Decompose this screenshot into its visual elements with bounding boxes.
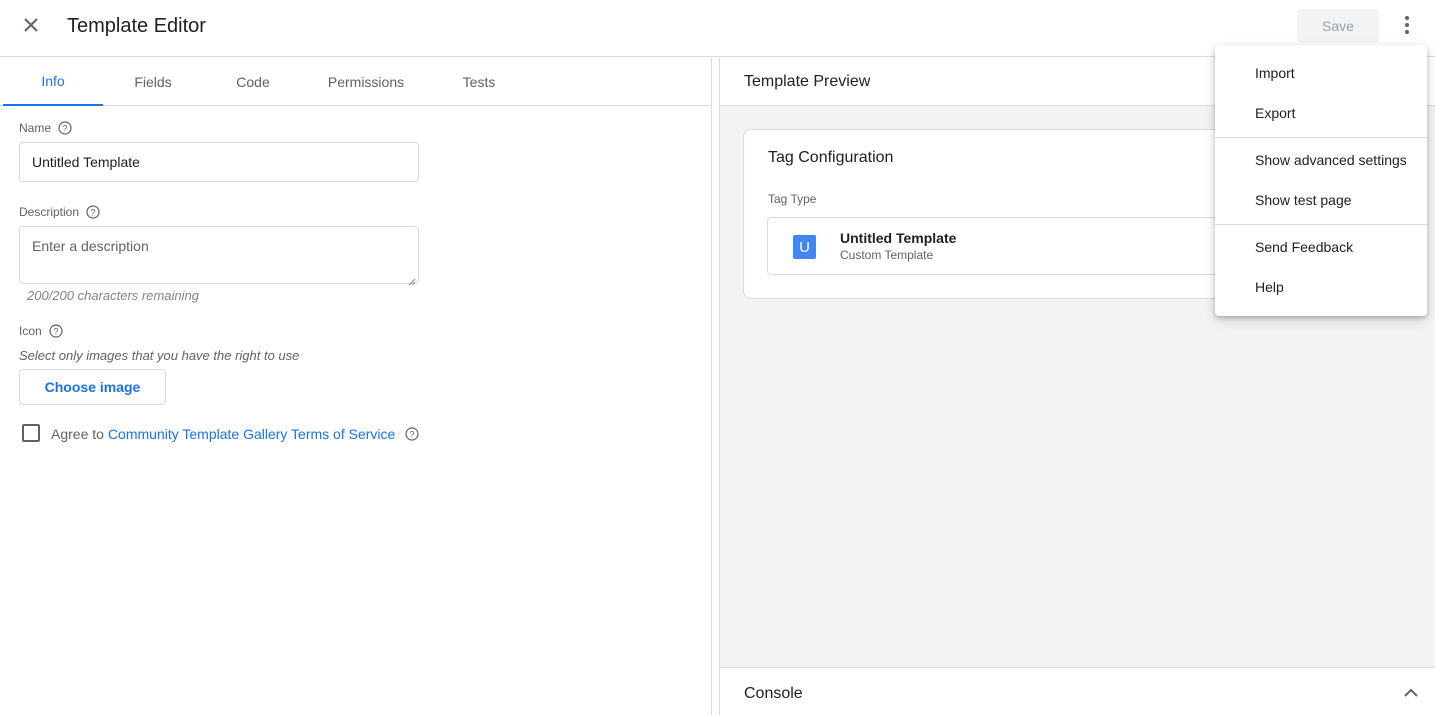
menu-item-show-advanced-settings[interactable]: Show advanced settings: [1215, 140, 1427, 180]
svg-text:?: ?: [63, 124, 68, 134]
close-button[interactable]: [16, 12, 46, 42]
name-label-row: Name ?: [19, 120, 73, 136]
preview-title: Template Preview: [744, 73, 871, 90]
menu-item-help[interactable]: Help: [1215, 267, 1427, 307]
tab-info[interactable]: Info: [3, 58, 103, 106]
help-icon[interactable]: ?: [404, 426, 420, 442]
menu-divider: [1215, 224, 1427, 225]
terms-link[interactable]: Community Template Gallery Terms of Serv…: [108, 426, 395, 442]
agree-text: Agree to: [51, 426, 104, 442]
resize-grip-icon[interactable]: [408, 273, 416, 286]
icon-label-row: Icon ?: [19, 323, 64, 339]
icon-hint: Select only images that you have the rig…: [19, 348, 300, 363]
svg-text:?: ?: [91, 208, 96, 218]
tag-configuration-title: Tag Configuration: [768, 149, 894, 166]
menu-item-show-test-page[interactable]: Show test page: [1215, 180, 1427, 220]
more-options-button[interactable]: [1394, 12, 1420, 42]
name-input[interactable]: Untitled Template: [19, 142, 419, 182]
description-textarea[interactable]: Enter a description: [19, 226, 419, 286]
name-label: Name: [19, 121, 52, 135]
console-toggle-button[interactable]: [1400, 682, 1422, 704]
help-icon[interactable]: ?: [48, 323, 64, 339]
tab-tests[interactable]: Tests: [429, 58, 529, 106]
editor-panel: Info Fields Code Permissions Tests Name …: [0, 58, 712, 715]
save-button[interactable]: Save: [1297, 9, 1379, 43]
menu-item-import[interactable]: Import: [1215, 53, 1427, 93]
chevron-up-icon: [1404, 684, 1418, 702]
overflow-menu: Import Export Show advanced settings Sho…: [1215, 45, 1427, 316]
close-icon: [23, 17, 39, 38]
menu-divider: [1215, 137, 1427, 138]
tab-code[interactable]: Code: [203, 58, 303, 106]
icon-label: Icon: [19, 324, 42, 338]
svg-text:?: ?: [53, 327, 58, 337]
agree-row: Agree to Community Template Gallery Term…: [51, 426, 420, 442]
description-label: Description: [19, 205, 80, 219]
menu-item-export[interactable]: Export: [1215, 93, 1427, 133]
tab-fields[interactable]: Fields: [103, 58, 203, 106]
choose-image-button[interactable]: Choose image: [19, 369, 166, 405]
more-vert-icon: [1405, 15, 1409, 39]
svg-text:?: ?: [410, 430, 415, 440]
char-remaining: 200/200 characters remaining: [27, 288, 199, 303]
menu-item-send-feedback[interactable]: Send Feedback: [1215, 227, 1427, 267]
page-title: Template Editor: [67, 15, 206, 37]
template-badge-icon: U: [793, 235, 816, 259]
tab-bar: Info Fields Code Permissions Tests: [0, 58, 711, 106]
description-placeholder: Enter a description: [32, 238, 149, 254]
console-title: Console: [744, 685, 803, 702]
help-icon[interactable]: ?: [57, 120, 73, 136]
description-label-row: Description ?: [19, 204, 101, 220]
tab-permissions[interactable]: Permissions: [303, 58, 429, 106]
help-icon[interactable]: ?: [85, 204, 101, 220]
tag-type-label: Tag Type: [768, 192, 817, 206]
tag-subtitle: Custom Template: [840, 248, 934, 262]
console-bar: Console: [720, 667, 1435, 715]
agree-checkbox[interactable]: [22, 424, 40, 442]
tag-name: Untitled Template: [840, 230, 957, 246]
